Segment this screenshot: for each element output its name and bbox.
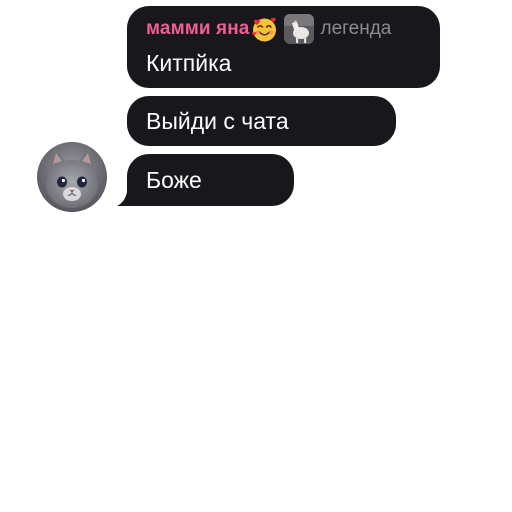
sender-header: мамми яна легенда <box>146 14 392 44</box>
message-bubble-2[interactable]: Выйди с чата <box>127 96 396 146</box>
message-text-3: Боже <box>146 167 202 193</box>
white-horse-picture <box>284 14 315 44</box>
chat-area: мамми яна легенда Китпйка Выйди с чата Б… <box>0 0 512 512</box>
sender-title-badge: легенда <box>320 18 392 39</box>
message-text-1: Китпйка <box>146 50 232 76</box>
smiling-face-with-hearts-icon <box>251 16 278 43</box>
message-bubble-1[interactable]: мамми яна легенда Китпйка <box>127 6 440 88</box>
message-text-2: Выйди с чата <box>146 108 289 134</box>
grey-kitten-avatar[interactable] <box>37 142 107 212</box>
sender-name[interactable]: мамми яна <box>146 18 249 40</box>
message-bubble-3[interactable]: Боже <box>127 154 294 206</box>
